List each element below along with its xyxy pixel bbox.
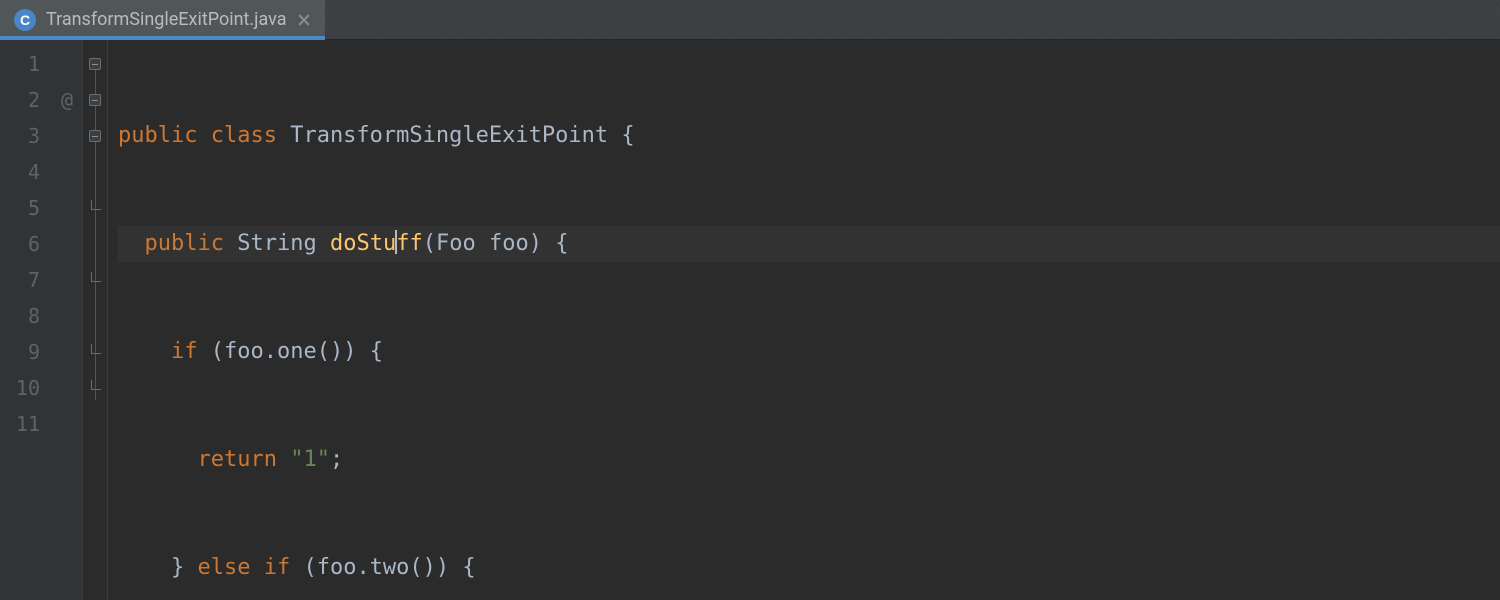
fold-toggle-icon[interactable] (89, 130, 101, 142)
code-line[interactable]: if (foo.one()) { (118, 334, 1500, 370)
fold-guide-line (95, 60, 96, 400)
fold-end-icon (91, 344, 101, 354)
line-number[interactable]: 7 (0, 262, 52, 298)
gutter-annotation (52, 262, 82, 298)
gutter-annotation (52, 298, 82, 334)
fold-gutter[interactable] (82, 40, 108, 600)
gutter-annotation (52, 406, 82, 442)
line-number[interactable]: 1 (0, 46, 52, 82)
fold-end-icon (91, 200, 101, 210)
line-number-gutter[interactable]: 1 2 3 4 5 6 7 8 9 10 11 (0, 40, 52, 600)
code-line[interactable]: public String doStuff(Foo foo) { (118, 226, 1500, 262)
tab-file-name: TransformSingleExitPoint.java (46, 9, 287, 30)
editor-tab[interactable]: C TransformSingleExitPoint.java (0, 0, 325, 39)
gutter-annotation (52, 154, 82, 190)
line-number[interactable]: 10 (0, 370, 52, 406)
code-line[interactable]: } else if (foo.two()) { (118, 550, 1500, 586)
annotation-gutter[interactable]: @ (52, 40, 82, 600)
fold-end-icon (91, 272, 101, 282)
line-number[interactable]: 6 (0, 226, 52, 262)
tab-bar: C TransformSingleExitPoint.java (0, 0, 1500, 40)
fold-toggle-icon[interactable] (89, 58, 101, 70)
code-area[interactable]: public class TransformSingleExitPoint { … (108, 40, 1500, 600)
line-number[interactable]: 11 (0, 406, 52, 442)
line-number[interactable]: 2 (0, 82, 52, 118)
gutter-annotation (52, 118, 82, 154)
gutter-annotation[interactable]: @ (52, 82, 82, 118)
code-editor[interactable]: 1 2 3 4 5 6 7 8 9 10 11 @ (0, 40, 1500, 600)
line-number[interactable]: 9 (0, 334, 52, 370)
gutter-annotation (52, 334, 82, 370)
code-line[interactable]: return "1"; (118, 442, 1500, 478)
gutter-annotation (52, 226, 82, 262)
code-line[interactable]: public class TransformSingleExitPoint { (118, 118, 1500, 154)
fold-end-icon (91, 380, 101, 390)
line-number[interactable]: 5 (0, 190, 52, 226)
active-tab-underline (0, 36, 325, 40)
class-file-icon: C (14, 9, 36, 31)
gutter-annotation (52, 370, 82, 406)
line-number[interactable]: 8 (0, 298, 52, 334)
gutter-annotation (52, 46, 82, 82)
line-number[interactable]: 3 (0, 118, 52, 154)
line-number[interactable]: 4 (0, 154, 52, 190)
gutter-annotation (52, 190, 82, 226)
close-icon[interactable] (297, 13, 311, 27)
fold-toggle-icon[interactable] (89, 94, 101, 106)
